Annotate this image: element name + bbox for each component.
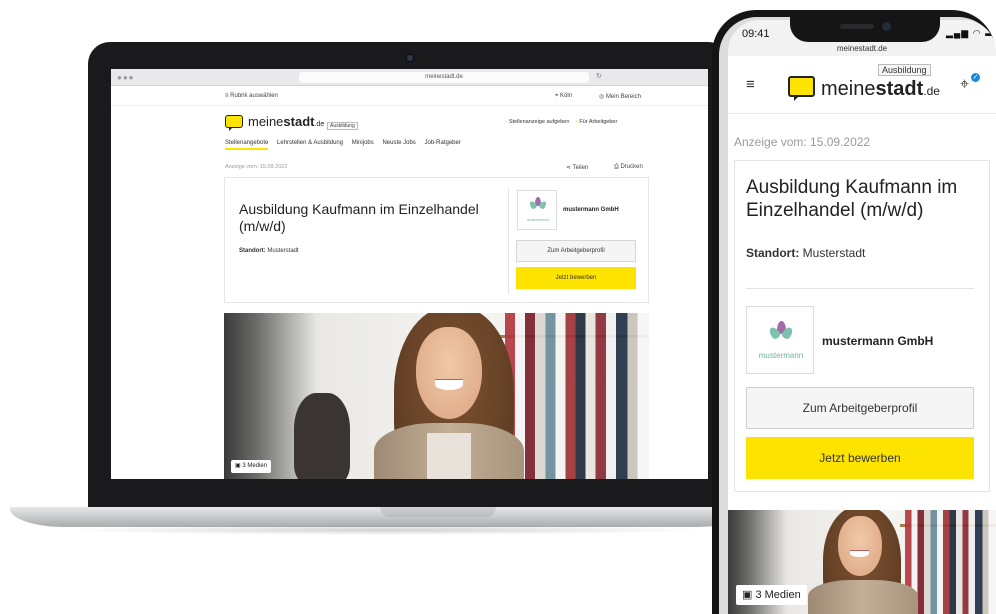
check-icon: ✓ xyxy=(971,73,980,82)
laptop-screen: ●●● meinestadt.de ↻ ≡ Rubrik auswählen ⌖… xyxy=(111,69,708,479)
category-badge: Ausbildung xyxy=(327,122,358,130)
phone-screen: 09:41 ▂▄▆ ◠ ▬ meinestadt.de ≡ meinestadt… xyxy=(728,20,996,614)
media-count-badge[interactable]: ▣ 3 Medien xyxy=(231,460,272,473)
status-icons: ▂▄▆ ◠ ▬ xyxy=(946,28,995,39)
main-menu: Stellenangebote Lehrstellen & Ausbildung… xyxy=(225,140,468,150)
hamburger-icon[interactable]: ≡ xyxy=(746,76,755,93)
employer-name: mustermann GmbH xyxy=(822,334,934,348)
menu-item-lehrstellen[interactable]: Lehrstellen & Ausbildung xyxy=(277,140,343,146)
apply-button[interactable]: Jetzt bewerben xyxy=(746,437,974,479)
logo-bubble-icon xyxy=(788,76,815,97)
menu-item-minijobs[interactable]: Minijobs xyxy=(352,140,374,146)
job-location: Standort: Musterstadt xyxy=(239,248,299,254)
ad-date: Anzeige vom: 15.09.2022 xyxy=(734,135,871,149)
phone-address-bar[interactable]: meinestadt.de xyxy=(728,44,996,53)
share-icon: ⋖ xyxy=(566,165,573,171)
job-card: Ausbildung Kaufmann im Einzelhandel (m/w… xyxy=(734,160,990,492)
signal-icon: ▂▄▆ xyxy=(946,28,970,38)
account-link[interactable]: ◎ Mein Bereich xyxy=(599,93,641,100)
card-divider xyxy=(508,188,509,294)
employers-link[interactable]: › Für Arbeitgeber xyxy=(576,119,618,125)
employer-profile-button[interactable]: Zum Arbeitgeberprofil xyxy=(516,240,636,262)
wifi-icon: ◠ xyxy=(972,28,982,38)
city-selector[interactable]: ⌖ Köln xyxy=(555,93,572,100)
laptop-camera xyxy=(406,54,414,62)
share-button[interactable]: ⋖ Teilen xyxy=(566,164,588,171)
employer-logo[interactable]: mustermann xyxy=(517,190,557,230)
site-logo[interactable]: meinestadt.de xyxy=(788,76,940,104)
logo-bubble-icon xyxy=(225,115,243,128)
battery-icon: ▬ xyxy=(985,28,996,38)
job-card: Ausbildung Kaufmann im Einzelhandel (m/w… xyxy=(224,177,649,303)
browser-toolbar: ●●● meinestadt.de ↻ xyxy=(111,69,708,86)
menu-item-neuste-jobs[interactable]: Neuste Jobs xyxy=(382,140,415,146)
phone-header: ≡ meinestadt.de Ausbildung ⌖ ✓ xyxy=(728,56,996,114)
employer-logo-text: mustermann xyxy=(758,351,804,360)
menu-item-stellenangebote[interactable]: Stellenangebote xyxy=(225,140,269,150)
print-button[interactable]: ⎙ Drucken xyxy=(614,164,643,171)
status-time: 09:41 xyxy=(742,28,770,40)
browser-address-bar[interactable]: meinestadt.de xyxy=(299,72,589,83)
post-job-link[interactable]: › Stellenanzeige aufgeben xyxy=(505,119,569,125)
image-icon: ▣ xyxy=(742,589,756,601)
menu-item-job-ratgeber[interactable]: Job-Ratgeber xyxy=(424,140,460,146)
employer-profile-button[interactable]: Zum Arbeitgeberprofil xyxy=(746,387,974,429)
job-title: Ausbildung Kaufmann im Einzelhandel (m/w… xyxy=(239,201,479,234)
rubrik-select[interactable]: ≡ Rubrik auswählen xyxy=(225,93,278,99)
job-location: Standort: Musterstadt xyxy=(746,246,866,260)
laptop-shadow xyxy=(60,525,710,535)
location-pin-icon[interactable]: ⌖ xyxy=(960,76,969,94)
category-badge: Ausbildung xyxy=(878,64,931,76)
lotus-icon xyxy=(528,197,548,211)
media-count-badge[interactable]: ▣ 3 Medien xyxy=(736,585,807,605)
employer-name: mustermann GmbH xyxy=(563,207,619,213)
user-icon: ◎ xyxy=(599,94,606,100)
job-title: Ausbildung Kaufmann im Einzelhandel (m/w… xyxy=(746,177,958,221)
laptop-notch xyxy=(380,507,496,517)
header-links: › Stellenanzeige aufgeben › Für Arbeitgebe… xyxy=(505,119,617,125)
logo-wordmark: meinestadt.de xyxy=(248,114,325,129)
employer-logo[interactable]: mustermann xyxy=(746,306,814,374)
apply-button[interactable]: Jetzt bewerben xyxy=(516,267,636,289)
logo-wordmark: meinestadt.de xyxy=(821,78,940,100)
reload-icon[interactable]: ↻ xyxy=(596,72,602,80)
employer-logo-text: mustermann xyxy=(526,217,550,222)
card-divider xyxy=(746,288,974,289)
ad-date: Anzeige vom: 15.09.2022 xyxy=(225,164,288,170)
phone-notch xyxy=(790,14,940,42)
job-photo[interactable] xyxy=(224,313,649,479)
lotus-icon xyxy=(767,321,795,343)
top-navigation: ≡ Rubrik auswählen ⌖ Köln ◎ Mein Bereich xyxy=(111,86,708,106)
window-controls[interactable]: ●●● xyxy=(117,73,135,82)
